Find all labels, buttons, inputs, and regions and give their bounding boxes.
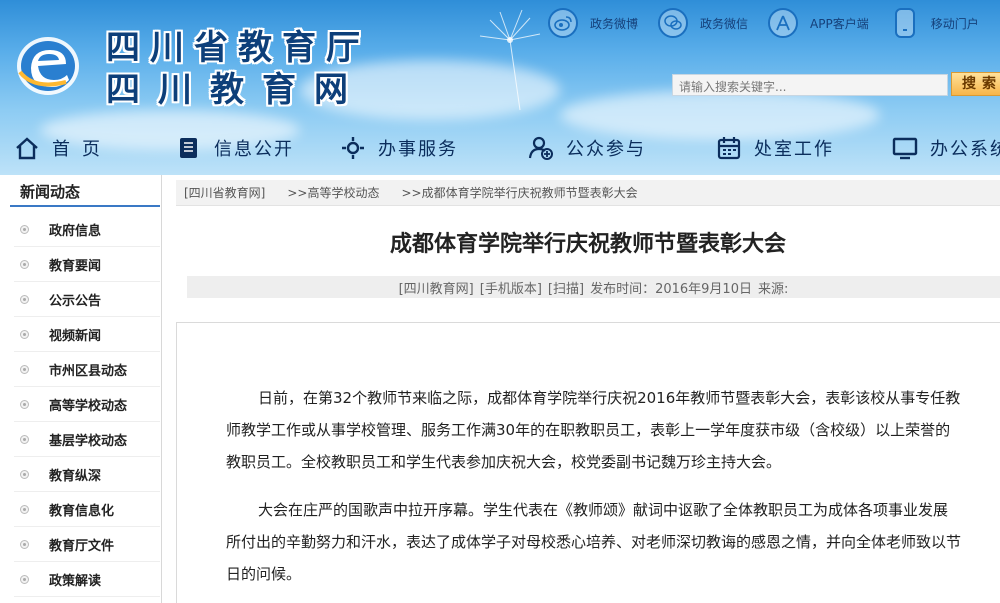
sidebar-item-label: 教育要闻 [49, 258, 102, 274]
app-store-icon [768, 8, 799, 38]
document-list-icon [180, 138, 197, 158]
nav-office-work[interactable]: 处室工作 [716, 128, 834, 168]
nav-participation-label: 公众参与 [566, 139, 646, 160]
top-links: 政务微博 政务微信 APP客户端 移动门户 [548, 6, 999, 40]
home-icon [16, 137, 38, 160]
weibo-icon [548, 8, 578, 38]
article-paragraph: 大会在庄严的国歌声中拉开序幕。学生代表在《教师颂》献词中讴歌了全体教职员工为成体… [226, 501, 962, 583]
sidebar-item-label: 公示公告 [49, 293, 102, 309]
search-button[interactable]: 搜索 [951, 72, 1000, 96]
sidebar-item-education-depth[interactable]: 教育纵深 [14, 457, 160, 492]
main-nav: 首页 信息公开 办事服务 公众参与 处室工作 办公系统 [0, 128, 1000, 168]
sidebar-item-video-news[interactable]: 视频新闻 [14, 317, 160, 352]
sidebar-item-label: 市州区县动态 [49, 363, 128, 379]
app-label: APP客户端 [810, 16, 869, 31]
sidebar-item-policy-interpretation[interactable]: 政策解读 [14, 562, 160, 597]
article-paragraph: 日前，在第32个教师节来临之际，成都体育学院举行庆祝2016年教师节暨表彰大会，… [226, 389, 961, 471]
service-gear-icon [342, 137, 364, 159]
bullet-icon [20, 364, 29, 374]
app-link[interactable]: APP客户端 [768, 8, 869, 38]
sidebar-item-label: 教育纵深 [49, 468, 102, 484]
sidebar-item-label: 政府信息 [49, 223, 102, 239]
sidebar-item-label: 教育厅文件 [49, 538, 115, 554]
mobile-portal-label: 移动门户 [930, 16, 979, 31]
meta-mobile-link[interactable]: [手机版本] [480, 278, 542, 297]
sidebar-item-department-documents[interactable]: 教育厅文件 [14, 527, 160, 562]
bullet-icon [20, 434, 29, 444]
sidebar-divider [161, 175, 162, 603]
bullet-icon [20, 574, 29, 584]
site-title-line2: 四川教育网 [106, 70, 366, 110]
weibo-label: 政务微博 [590, 16, 639, 31]
sidebar-heading: 新闻动态 [10, 181, 160, 207]
nav-info-label: 信息公开 [214, 139, 294, 160]
wechat-link[interactable]: 政务微信 [658, 8, 748, 38]
sidebar-heading-label: 新闻动态 [20, 183, 81, 201]
bullet-icon [20, 294, 29, 304]
sidebar-item-announcements[interactable]: 公示公告 [14, 282, 160, 317]
sidebar-item-grassroots-schools[interactable]: 基层学校动态 [14, 422, 160, 457]
breadcrumb-current[interactable]: >>成都体育学院举行庆祝教师节暨表彰大会 [402, 184, 638, 201]
sidebar-item-education-news[interactable]: 教育要闻 [14, 247, 160, 282]
breadcrumb-category[interactable]: >>高等学校动态 [287, 184, 379, 201]
wechat-label: 政务微信 [700, 16, 749, 31]
sidebar-item-label: 基层学校动态 [49, 433, 128, 449]
meta-origin: 来源: [757, 281, 789, 297]
breadcrumb: [四川省教育网] >>高等学校动态 >>成都体育学院举行庆祝教师节暨表彰大会 [176, 180, 1000, 206]
nav-public-participation[interactable]: 公众参与 [528, 128, 646, 168]
user-plus-icon [528, 136, 553, 160]
nav-services[interactable]: 办事服务 [340, 128, 458, 168]
sidebar-item-label: 高等学校动态 [49, 398, 128, 414]
breadcrumb-home[interactable]: [四川省教育网] [184, 184, 265, 201]
nav-home[interactable]: 首页 [14, 128, 112, 168]
nav-office-system[interactable]: 办公系统 [892, 128, 1000, 168]
bullet-icon [20, 224, 29, 234]
site-header: 四川省教育厅 四川教育网 政务微博 政务微信 APP客户端 移动门户 请输入搜索… [0, 0, 1000, 175]
sidebar-item-government-info[interactable]: 政府信息 [14, 212, 160, 247]
sidebar-item-label: 政策解读 [49, 573, 102, 589]
bullet-icon [20, 399, 29, 409]
search-input[interactable]: 请输入搜索关键字... [672, 74, 948, 96]
mobile-portal-link[interactable]: 移动门户 [889, 8, 979, 38]
sidebar-item-education-it[interactable]: 教育信息化 [14, 492, 160, 527]
sidebar: 新闻动态 政府信息 教育要闻 公示公告 视频新闻 市州区县动态 高等学校动态 基… [0, 175, 162, 603]
bullet-icon [20, 504, 29, 514]
bullet-icon [20, 539, 29, 549]
monitor-icon [892, 137, 918, 160]
nav-home-label: 首页 [52, 139, 112, 160]
article-meta: [四川教育网] [手机版本] [扫描] 发布时间：2016年9月10日 来源: [187, 276, 1000, 298]
sidebar-item-higher-education[interactable]: 高等学校动态 [14, 387, 160, 422]
weibo-link[interactable]: 政务微博 [548, 8, 638, 38]
nav-office-label: 处室工作 [754, 139, 834, 160]
bullet-icon [20, 469, 29, 479]
bullet-icon [20, 329, 29, 339]
sidebar-item-label: 视频新闻 [49, 328, 102, 344]
education-logo-icon [17, 37, 79, 95]
article-title: 成都体育学院举行庆祝教师节暨表彰大会 [389, 232, 786, 257]
sidebar-list: 政府信息 教育要闻 公示公告 视频新闻 市州区县动态 高等学校动态 基层学校动态… [14, 212, 160, 597]
bullet-icon [20, 259, 29, 269]
nav-office-system-label: 办公系统 [930, 139, 1000, 160]
sidebar-item-city-county[interactable]: 市州区县动态 [14, 352, 160, 387]
meta-scan-link[interactable]: [扫描] [548, 278, 584, 297]
sidebar-item-label: 教育信息化 [49, 503, 115, 519]
meta-publish-date: 发布时间：2016年9月10日 [590, 281, 752, 297]
nav-services-label: 办事服务 [378, 139, 458, 160]
wechat-icon [658, 8, 689, 38]
meta-source-link[interactable]: [四川教育网] [399, 278, 474, 297]
calendar-icon [717, 137, 741, 160]
mobile-phone-icon [894, 8, 915, 38]
nav-info-disclosure[interactable]: 信息公开 [176, 128, 294, 168]
